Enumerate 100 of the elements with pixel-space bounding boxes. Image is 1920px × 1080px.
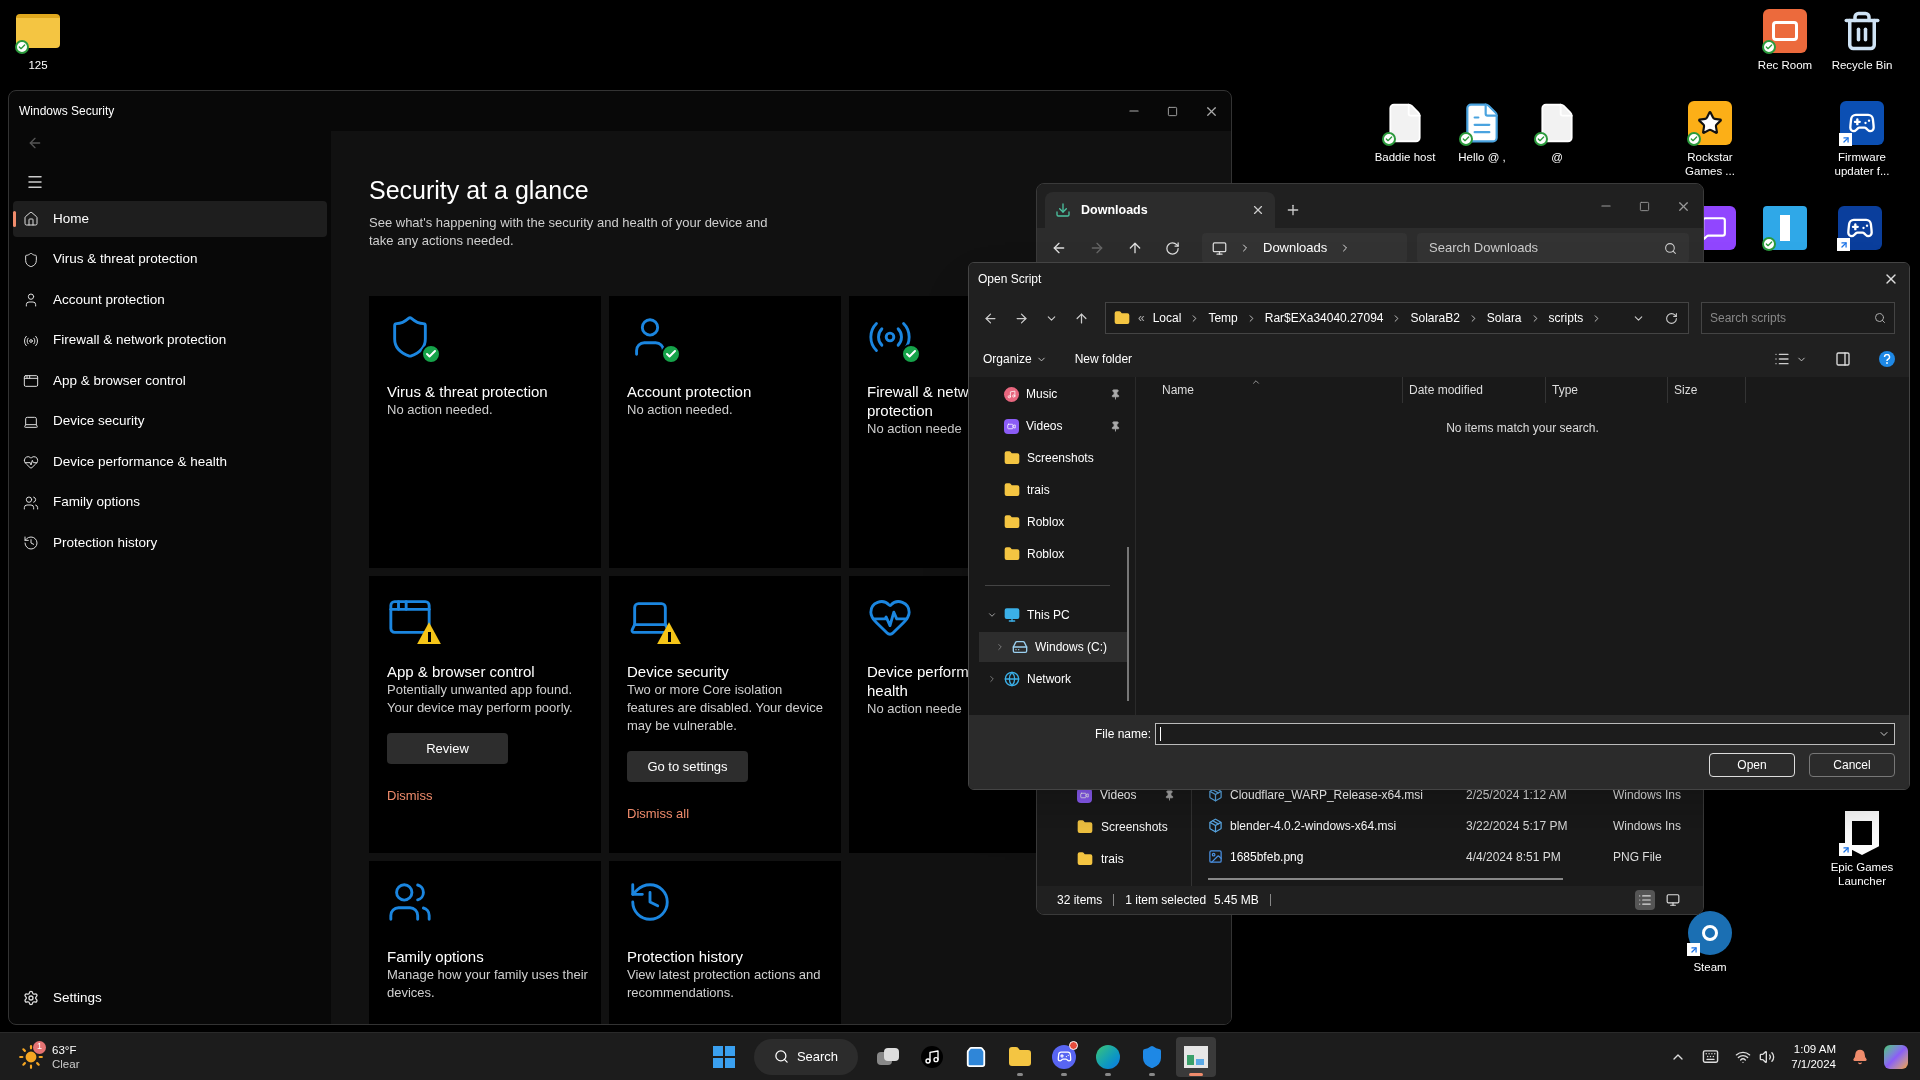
breadcrumb[interactable]: scripts — [1548, 309, 1584, 327]
app-window-icon — [1184, 1045, 1209, 1068]
nav-item[interactable]: Family options — [13, 484, 327, 521]
file-row[interactable]: Cloudflare_WARP_Release-x64.msi 2/25/2024 1:12 AM Windows Ins — [1208, 779, 1703, 810]
status-card[interactable]: Protection history View latest protection actions and recommendations. — [609, 861, 841, 1024]
breadcrumb[interactable]: SolaraB2 — [1410, 309, 1460, 327]
card-title: Device perform health — [867, 662, 969, 701]
nav-item[interactable]: Device security — [13, 403, 327, 440]
file-name-field[interactable] — [1155, 723, 1895, 745]
organize-button[interactable]: Organize — [983, 350, 1047, 368]
breadcrumb[interactable]: Solara — [1486, 309, 1522, 327]
desktop-icon-label[interactable]: Steam — [1693, 960, 1727, 975]
folder-icon — [1077, 851, 1093, 867]
status-card[interactable]: App & browser control Potentially unwanted app found. Your device may perform poorly. Review Dismiss — [369, 576, 601, 854]
preview-pane-icon[interactable] — [1835, 351, 1851, 367]
desktop-icon-label[interactable]: Hello @ , — [1458, 150, 1506, 165]
address-bar[interactable]: Downloads — [1202, 233, 1407, 263]
taskbar-app[interactable] — [1176, 1036, 1217, 1077]
settings-icon — [23, 990, 39, 1006]
nav-item[interactable]: Protection history — [13, 525, 327, 561]
nav-item[interactable]: Virus & threat protection — [13, 241, 327, 278]
desktop-icon-label[interactable]: @ — [1551, 150, 1563, 165]
column-header[interactable]: Date modified — [1403, 377, 1546, 403]
column-header[interactable]: Size — [1668, 377, 1746, 403]
close-tab-icon[interactable] — [1251, 203, 1265, 217]
history-clock-icon — [23, 535, 39, 551]
desktop-icon-label[interactable]: Rec Room — [1757, 58, 1813, 73]
action-button[interactable]: Go to settings — [627, 751, 748, 783]
card-title: Protection history — [627, 947, 743, 967]
dismiss-link[interactable]: Dismiss all — [627, 804, 690, 824]
volume-icon[interactable] — [1759, 1048, 1776, 1065]
settings-item[interactable]: Settings — [13, 980, 327, 1016]
desktop-icon-label[interactable]: Epic Games Launcher — [1824, 860, 1900, 889]
back-arrow-icon[interactable] — [1051, 240, 1067, 256]
card-status: No action neede — [867, 420, 962, 439]
card-status: Manage how your family uses their devices. — [387, 966, 589, 1003]
folder-icon — [1004, 546, 1020, 562]
view-options-icon[interactable] — [1774, 351, 1790, 367]
item-count: 32 items — [1057, 892, 1103, 909]
assistant-icon[interactable] — [1884, 1044, 1908, 1069]
horizontal-scrollbar[interactable] — [1208, 878, 1563, 880]
search-field[interactable]: Search scripts — [1701, 302, 1895, 334]
nav-item[interactable]: Device performance & health — [13, 444, 327, 480]
desktop-icon-label[interactable]: Baddie host — [1374, 150, 1436, 165]
card-title: Device security — [627, 662, 729, 682]
start-icon — [712, 1045, 735, 1068]
dismiss-link[interactable]: Dismiss — [387, 786, 433, 806]
address-bar[interactable]: « Local Temp Rar$EXa34040.27094 SolaraB2 Solara scripts — [1105, 302, 1689, 334]
nav-item[interactable]: Home — [13, 201, 327, 237]
desktop-icon-label[interactable]: 125 — [28, 58, 48, 73]
open-button[interactable]: Open — [1709, 753, 1795, 777]
file-row[interactable]: 1685bfeb.png 4/4/2024 8:51 PM PNG File — [1208, 841, 1703, 872]
network-icon — [1004, 671, 1020, 687]
cancel-button[interactable]: Cancel — [1809, 753, 1895, 777]
status-card[interactable]: Account protection No action needed. — [609, 296, 841, 569]
status-card[interactable]: Device security Two or more Core isolation features are disabled. Your device may be vulnerable. Go to settings Dismiss all — [609, 576, 841, 854]
maximize-icon[interactable] — [1639, 200, 1650, 212]
search-field[interactable]: Search Downloads — [1417, 233, 1689, 263]
nav-item[interactable]: Account protection — [13, 282, 327, 318]
folder-icon — [1004, 514, 1020, 530]
forward-arrow-icon[interactable] — [1014, 310, 1029, 326]
nav-item[interactable]: Firewall & network protection — [13, 322, 327, 359]
refresh-icon[interactable] — [1665, 311, 1678, 325]
new-tab-icon[interactable] — [1285, 202, 1301, 218]
folder-icon — [1004, 482, 1020, 498]
breadcrumb[interactable]: Rar$EXa34040.27094 — [1264, 309, 1384, 327]
breadcrumb[interactable]: Local — [1152, 309, 1182, 327]
status-card[interactable]: Family options Manage how your family uses their devices. — [369, 861, 601, 1024]
desktop-icon-label[interactable]: Firmware updater f... — [1824, 150, 1900, 179]
task-view-icon — [877, 1047, 900, 1066]
maximize-icon[interactable] — [1167, 105, 1178, 117]
weather-icon[interactable] — [18, 1043, 44, 1070]
help-icon[interactable] — [1879, 351, 1895, 367]
overflow-chevrons[interactable]: « — [1138, 309, 1145, 327]
chevron-right-icon[interactable] — [995, 641, 1005, 653]
column-header[interactable]: Name — [1156, 377, 1403, 403]
card-title: Account protection — [627, 382, 752, 402]
action-button[interactable]: Review — [387, 733, 508, 765]
breadcrumb[interactable]: Temp — [1208, 309, 1238, 327]
file-row[interactable]: blender-4.0.2-windows-x64.msi 3/22/2024 5:17 PM Windows Ins — [1208, 810, 1703, 841]
keyboard-icon[interactable] — [1702, 1048, 1720, 1065]
status-card[interactable]: Virus & threat protection No action needed. — [369, 296, 601, 569]
people-icon — [23, 494, 39, 511]
window-tab[interactable]: Downloads — [1045, 192, 1275, 228]
chevron-right-icon[interactable] — [987, 673, 997, 685]
empty-message: No items match your search. — [1445, 420, 1600, 437]
selection-indicator — [13, 211, 16, 227]
desktop-icon-label[interactable]: Rockstar Games ... — [1672, 150, 1748, 179]
column-header[interactable]: Type — [1546, 377, 1668, 403]
details-view-icon[interactable] — [1635, 890, 1655, 910]
refresh-icon[interactable] — [1165, 240, 1180, 256]
search-button[interactable]: Search — [753, 1038, 859, 1075]
store-bag-icon — [965, 1045, 988, 1068]
clock[interactable]: 1:09 AM 7/1/2024 — [1791, 1041, 1836, 1072]
nav-item[interactable]: App & browser control — [13, 363, 327, 399]
bell-icon[interactable] — [1852, 1048, 1868, 1065]
desktop-icon-label[interactable]: Recycle Bin — [1831, 58, 1893, 73]
menu-icon[interactable] — [26, 173, 44, 191]
tree-item[interactable]: Windows (C:) — [979, 632, 1127, 662]
vertical-scrollbar[interactable] — [1127, 547, 1129, 701]
